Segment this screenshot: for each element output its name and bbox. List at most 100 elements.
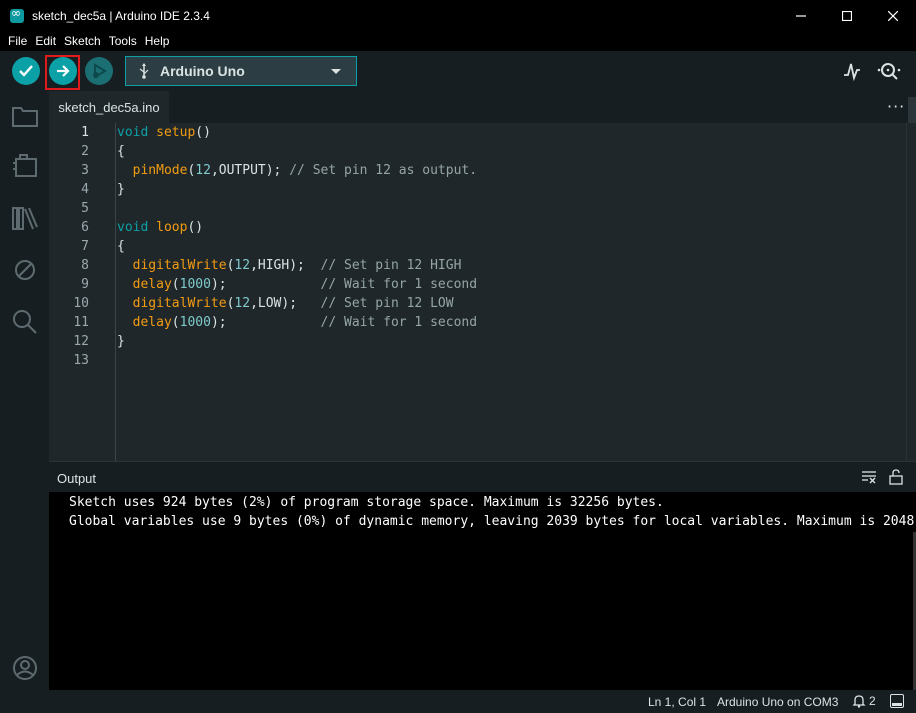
menu-bar: File Edit Sketch Tools Help [0,31,916,51]
board-selector[interactable]: Arduino Uno [125,56,357,86]
code-token: ,LOW); [250,296,321,311]
menu-file[interactable]: File [4,31,31,51]
window-controls [778,0,916,31]
code-token: digitalWrite [132,296,227,311]
indent-guide [115,123,116,461]
code-token: 1000 [179,315,211,330]
code-line: } [117,180,125,199]
code-token: ,OUTPUT); [210,163,290,178]
close-button[interactable] [870,0,916,31]
code-token: } [117,334,125,349]
code-line: { [117,237,125,256]
more-options-icon[interactable]: ··· [887,97,905,116]
chevron-down-icon [331,69,341,74]
code-token: pinMode [132,163,188,178]
toolbar: Arduino Uno [0,51,916,91]
activity-sidebar [0,91,49,713]
clear-output-icon [862,471,876,484]
title-bar: sketch_dec5a | Arduino IDE 2.3.4 [0,0,916,31]
output-header: Output [49,461,916,492]
code-token: ( [171,277,180,292]
code-token: 12 [234,296,251,311]
code-line: pinMode(12,OUTPUT); // Set pin 12 as out… [117,161,477,180]
serial-monitor-icon [877,63,901,80]
notifications-button[interactable]: 2 [852,694,876,708]
verify-button[interactable] [12,57,40,85]
serial-plotter-icon [844,63,860,82]
serial-plotter-button[interactable] [842,61,862,86]
code-token: setup [156,125,196,140]
line-number: 1 [81,125,89,140]
code-token: { [117,144,125,159]
code-token: // Set pin 12 LOW [320,296,454,311]
code-token: void [117,125,149,140]
account-button[interactable] [12,655,38,686]
close-icon [888,10,898,21]
toggle-panel-icon[interactable] [890,694,904,708]
tab-bar: sketch_dec5a.ino ··· [49,91,916,127]
code-token: () [195,125,211,140]
code-token: // Wait for 1 second [320,315,478,330]
line-number: 2 [81,144,89,159]
code-token: ); [210,315,321,330]
debug-button[interactable] [85,57,113,85]
scroll-lock-button[interactable] [889,469,903,490]
library-manager-button[interactable] [12,205,38,231]
maximize-button[interactable] [824,0,870,31]
debug-panel-button[interactable] [12,257,38,283]
sketchbook-button[interactable] [12,103,38,129]
code-token: ( [171,315,180,330]
line-number: 5 [81,201,89,216]
line-number: 7 [81,239,89,254]
notification-count: 2 [869,694,876,708]
code-line: digitalWrite(12,HIGH); // Set pin 12 HIG… [117,256,462,275]
line-number: 4 [81,182,89,197]
code-token: void [117,220,149,235]
code-line: delay(1000); // Wait for 1 second [117,313,477,332]
line-number: 9 [81,277,89,292]
code-token: loop [156,220,188,235]
maximize-icon [842,10,852,21]
line-number: 10 [73,296,89,311]
output-console[interactable]: Sketch uses 924 bytes (2%) of program st… [49,492,916,690]
minimize-icon [796,14,806,17]
upload-button[interactable] [49,57,77,85]
code-token: 12 [195,163,211,178]
line-gutter: 1 2 3 4 5 6 7 8 9 10 11 12 13 [49,123,115,461]
line-number: 11 [73,315,89,330]
menu-help[interactable]: Help [141,31,174,51]
code-token: // Wait for 1 second [320,277,478,292]
code-token: delay [132,277,172,292]
tab-sketch[interactable]: sketch_dec5a.ino [49,91,169,123]
output-line: Sketch uses 924 bytes (2%) of program st… [69,495,664,510]
serial-monitor-button[interactable] [876,61,902,86]
output-line: Global variables use 9 bytes (0%) of dyn… [69,514,916,529]
code-token: { [117,239,125,254]
search-button[interactable] [12,309,38,335]
clear-output-button[interactable] [861,470,877,489]
bell-icon [852,695,866,708]
board-port-status[interactable]: Arduino Uno on COM3 [717,695,838,709]
code-token: 12 [234,258,251,273]
upload-icon [57,65,70,77]
editor-scrollbar[interactable] [906,123,916,461]
window-title: sketch_dec5a | Arduino IDE 2.3.4 [32,8,210,23]
cursor-position[interactable]: Ln 1, Col 1 [648,695,706,709]
code-editor[interactable]: 1 2 3 4 5 6 7 8 9 10 11 12 13 void setup… [49,123,916,461]
output-title: Output [57,471,97,486]
boards-manager-button[interactable] [12,153,38,179]
menu-edit[interactable]: Edit [31,31,60,51]
code-token: digitalWrite [132,258,227,273]
menu-sketch[interactable]: Sketch [60,31,105,51]
code-token: ); [210,277,321,292]
menu-tools[interactable]: Tools [105,31,141,51]
line-number: 8 [81,258,89,273]
minimize-button[interactable] [778,0,824,31]
board-name: Arduino Uno [160,63,245,79]
code-token: 1000 [179,277,211,292]
